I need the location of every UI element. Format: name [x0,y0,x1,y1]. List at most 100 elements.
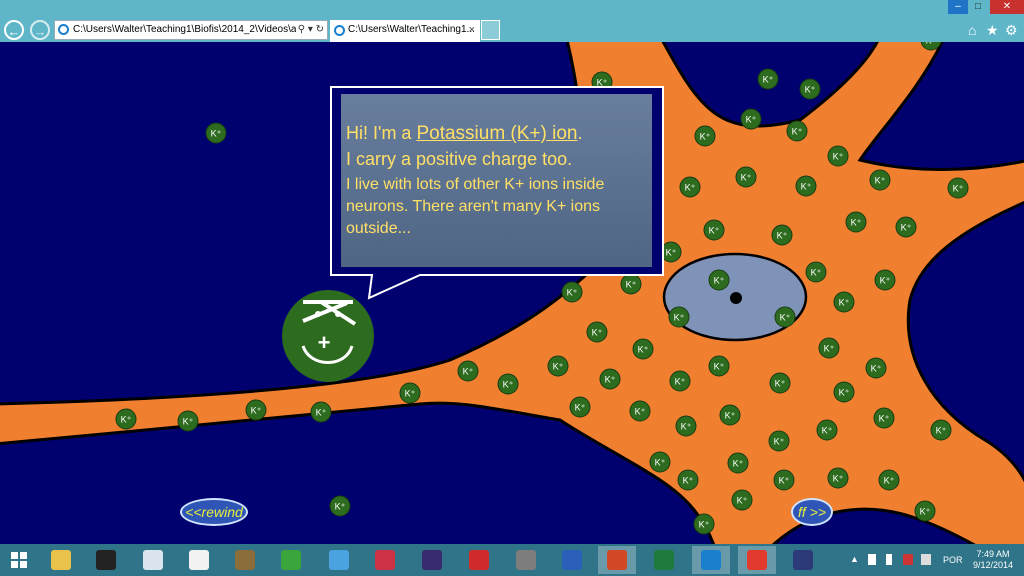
network-icon[interactable] [903,554,913,565]
terminal-icon [96,550,116,570]
k-ion: K⁺ [693,513,715,535]
new-tab-button[interactable] [481,20,500,40]
language-indicator[interactable]: POR [943,555,963,565]
back-button[interactable]: ← [4,20,24,40]
k-ion: K⁺ [799,78,821,100]
taskbar-command-prompt-button[interactable] [87,546,125,574]
tab-title: C:\Users\Walter\Teaching1... [348,24,475,35]
k-ion: K⁺ [818,337,840,359]
k-ion: K⁺ [805,261,827,283]
k-ion-label: K⁺ [683,476,694,486]
k-ion-label: K⁺ [714,276,725,286]
taskbar-acrobat-button[interactable] [460,546,498,574]
taskbar-vim-button[interactable] [272,546,310,574]
taskbar-vmd-button[interactable] [413,546,451,574]
k-ion-label: K⁺ [824,344,835,354]
taskbar-itunes-button[interactable] [320,546,358,574]
k-ion-label: K⁺ [709,226,720,236]
k-ion: K⁺ [874,269,896,291]
k-ion: K⁺ [930,419,952,441]
k-ion: K⁺ [895,216,917,238]
taskbar-word-button[interactable] [553,546,591,574]
taskbar-kaspersky-button[interactable] [738,546,776,574]
maximize-button[interactable]: □ [968,0,988,14]
close-button[interactable]: ✕ [990,0,1024,14]
k-ion-label: K⁺ [666,248,677,258]
favorites-star-icon[interactable]: ★ [986,22,999,39]
tray-chevron-icon[interactable]: ▲ [850,554,860,565]
k-ion: K⁺ [675,415,697,437]
rewind-button[interactable]: <<rewind [180,498,248,526]
volume-icon[interactable] [921,554,931,565]
character-charge: + [318,330,331,355]
flag-icon[interactable] [868,554,876,565]
battery-icon[interactable] [886,554,892,565]
eclipse-icon [793,550,813,570]
k-ion: K⁺ [708,355,730,377]
folder-icon [51,550,71,570]
k-ion-label: K⁺ [875,176,886,186]
taskbar-calculator-button[interactable] [134,546,172,574]
k-ion-label: K⁺ [741,173,752,183]
excel-icon [654,550,674,570]
tab-active[interactable]: C:\Users\Walter\Teaching1... × [330,20,480,42]
k-ion-label: K⁺ [871,364,882,374]
address-bar[interactable]: C:\Users\Walter\Teaching1\Biofis\2014_2\… [54,20,328,40]
address-tools-icon[interactable]: ⚲ ▾ ↻ [295,21,324,39]
tab-close-icon[interactable]: × [469,20,475,40]
forward-button[interactable]: → [30,20,50,40]
bubble-highlight: Potassium (K+) ion [416,123,578,144]
k-ion: K⁺ [774,306,796,328]
k-ion-label: K⁺ [920,507,931,517]
k-ion: K⁺ [795,175,817,197]
k-ion-label: K⁺ [685,183,696,193]
k-ion: K⁺ [457,360,479,382]
taskbar-flash-button[interactable] [507,546,545,574]
k-ion: K⁺ [569,396,591,418]
k-ion-label: K⁺ [733,459,744,469]
k-ion: K⁺ [865,357,887,379]
k-ion-label: K⁺ [316,408,327,418]
k-ion: K⁺ [827,467,849,489]
k-ion-label: K⁺ [839,298,850,308]
taskbar-eclipse-button[interactable] [784,546,822,574]
minimize-button[interactable]: – [948,0,968,14]
speech-bubble: Hi! I'm a Potassium (K+) ion. I carry a … [341,94,652,267]
k-ion: K⁺ [679,176,701,198]
taskbar-file-explorer-button[interactable] [42,546,80,574]
k-ion-label: K⁺ [675,377,686,387]
taskbar-paint-button[interactable] [180,546,218,574]
flash-icon [516,550,536,570]
clock-time: 7:49 AM [976,549,1010,559]
settings-gear-icon[interactable]: ⚙ [1005,22,1018,39]
k-ion-label: K⁺ [567,288,578,298]
k-ion: K⁺ [245,399,267,421]
k-ion-label: K⁺ [638,345,649,355]
k-ion-label: K⁺ [635,407,646,417]
bubble-line-3: I live with lots of other K+ ions inside… [346,176,605,237]
taskbar-start-button[interactable] [0,546,38,574]
taskbar-photo-viewer-button[interactable] [366,546,404,574]
taskbar-gimp-button[interactable] [226,546,264,574]
k-ion: K⁺ [740,108,762,130]
k-ion-label: K⁺ [503,380,514,390]
k-ion-label: K⁺ [251,406,262,416]
potassium-character[interactable]: + [282,290,374,382]
k-ion-label: K⁺ [575,403,586,413]
k-ion: K⁺ [620,273,642,295]
k-ion-label: K⁺ [884,476,895,486]
nucleolus [730,292,742,304]
bubble-line-1: Hi! I'm a Potassium (K+) ion. [346,121,652,146]
taskbar-excel-button[interactable] [645,546,683,574]
k-ion: K⁺ [833,381,855,403]
taskbar-powerpoint-button[interactable] [598,546,636,574]
k-ion: K⁺ [869,169,891,191]
k-ion-label: K⁺ [746,115,757,125]
k-ion: K⁺ [727,452,749,474]
taskbar-internet-explorer-button[interactable] [692,546,730,574]
fast-forward-button[interactable]: ff >> [791,498,833,526]
k-ion-label: K⁺ [699,520,710,530]
home-icon[interactable]: ⌂ [968,22,976,38]
clock[interactable]: 7:49 AM 9/12/2014 [971,549,1015,571]
k-ion: K⁺ [677,469,699,491]
